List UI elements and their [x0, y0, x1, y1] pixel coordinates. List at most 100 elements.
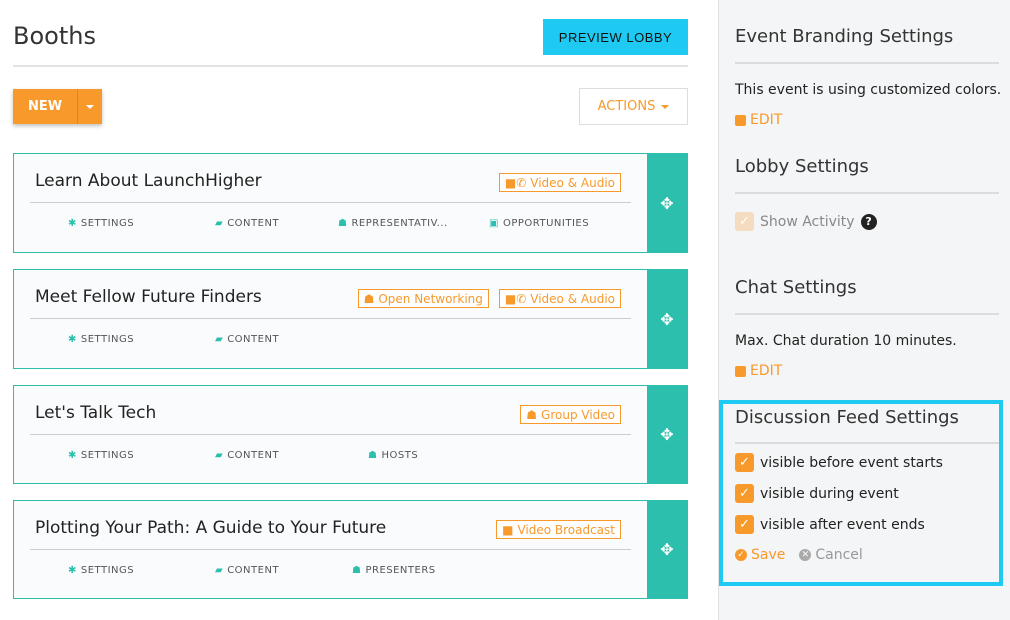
booth-hosts-link[interactable]: ☗ HOSTS	[368, 450, 418, 461]
booth-settings-link[interactable]: ✱ SETTINGS	[68, 218, 134, 229]
booth-settings-link[interactable]: ✱ SETTINGS	[68, 334, 134, 345]
link-label: CONTENT	[227, 218, 280, 229]
booth-card: Learn About LaunchHigher ■✆ Video & Audi…	[13, 153, 688, 253]
booth-body: Let's Talk Tech ☗ Group Video ✱ SETTINGS …	[14, 386, 647, 483]
tag-label: Open Networking	[378, 291, 483, 306]
booth-divider	[30, 549, 631, 550]
branding-status-text: This event is using customized colors.	[735, 82, 1002, 98]
booth-card: Plotting Your Path: A Guide to Your Futu…	[13, 500, 688, 599]
booth-body: Learn About LaunchHigher ■✆ Video & Audi…	[14, 154, 647, 252]
move-icon: ✥	[660, 193, 674, 213]
drag-handle[interactable]: ✥	[647, 386, 687, 483]
title-divider	[13, 65, 688, 67]
chat-settings-title: Chat Settings	[735, 277, 857, 298]
section-divider	[735, 62, 999, 64]
booth-representatives-link[interactable]: ☗ REPRESENTATIV...	[338, 218, 448, 229]
booth-tags: ☗ Open Networking ■✆ Video & Audio	[357, 289, 621, 308]
visible-before-checkbox[interactable]: ✓	[735, 453, 754, 472]
section-divider	[735, 192, 999, 194]
booth-title[interactable]: Meet Fellow Future Finders	[35, 287, 262, 307]
tag-label: Group Video	[541, 407, 615, 422]
visible-during-checkbox[interactable]: ✓	[735, 484, 754, 503]
booth-presenters-link[interactable]: ☗ PRESENTERS	[352, 565, 436, 576]
actions-dropdown-button[interactable]: ACTIONS	[579, 88, 688, 125]
page-title: Booths	[13, 22, 96, 50]
booth-type-tag: ☗ Open Networking	[357, 289, 489, 308]
new-button[interactable]: NEW	[13, 89, 77, 124]
chat-duration-text: Max. Chat duration 10 minutes.	[735, 333, 957, 349]
visible-after-label: visible after event ends	[760, 516, 925, 533]
people-icon: ☗	[352, 565, 362, 576]
booth-content-link[interactable]: ▰ CONTENT	[215, 334, 279, 345]
caret-down-icon	[661, 104, 670, 109]
link-label: SETTINGS	[80, 334, 135, 345]
booth-content-link[interactable]: ▰ CONTENT	[215, 218, 279, 229]
move-icon: ✥	[660, 540, 674, 559]
visible-after-checkbox[interactable]: ✓	[735, 515, 754, 534]
settings-sidebar: Event Branding Settings This event is us…	[718, 0, 1010, 620]
section-divider	[735, 442, 999, 444]
people-icon: ☗	[368, 450, 378, 461]
booth-title[interactable]: Learn About LaunchHigher	[35, 171, 262, 191]
new-button-group: NEW	[13, 89, 102, 124]
edit-icon	[735, 114, 746, 126]
chat-edit-link[interactable]: EDIT	[735, 363, 782, 379]
link-label: PRESENTERS	[365, 565, 436, 576]
show-activity-label: Show Activity	[760, 213, 855, 230]
drag-handle[interactable]: ✥	[647, 501, 687, 598]
booth-type-tag: ■✆ Video & Audio	[498, 173, 621, 192]
booth-divider	[30, 202, 631, 203]
gear-icon: ✱	[68, 565, 77, 576]
show-activity-checkbox[interactable]: ✓	[735, 212, 754, 231]
visible-before-label: visible before event starts	[760, 454, 943, 471]
booth-links: ✱ SETTINGS ▰ CONTENT ☗ HOSTS	[14, 450, 647, 464]
booth-settings-link[interactable]: ✱ SETTINGS	[68, 450, 134, 461]
booth-title[interactable]: Plotting Your Path: A Guide to Your Futu…	[35, 518, 386, 538]
save-button[interactable]: ✓ Save	[735, 547, 785, 563]
new-dropdown-toggle[interactable]	[77, 89, 102, 124]
help-icon[interactable]: ?	[860, 213, 877, 230]
discussion-settings-title: Discussion Feed Settings	[735, 407, 959, 428]
booth-type-tag: ☗ Group Video	[520, 405, 621, 424]
edit-icon	[735, 365, 746, 377]
cancel-button[interactable]: ✕ Cancel	[799, 547, 863, 563]
edit-label: EDIT	[750, 112, 783, 128]
preview-lobby-button[interactable]: PREVIEW LOBBY	[543, 19, 688, 55]
drag-handle[interactable]: ✥	[647, 154, 687, 252]
link-label: OPPORTUNITIES	[502, 218, 590, 229]
gear-icon: ✱	[68, 218, 77, 229]
booth-links: ✱ SETTINGS ▰ CONTENT	[14, 334, 647, 348]
link-label: SETTINGS	[80, 218, 135, 229]
booth-title[interactable]: Let's Talk Tech	[35, 403, 156, 423]
booth-content-link[interactable]: ▰ CONTENT	[215, 450, 279, 461]
booth-divider	[30, 434, 631, 435]
booth-links: ✱ SETTINGS ▰ CONTENT ☗ REPRESENTATIV... ▣ OP…	[14, 218, 647, 232]
booth-divider	[30, 318, 631, 319]
booth-opportunities-link[interactable]: ▣ OPPORTUNITIES	[489, 218, 589, 229]
discussion-actions: ✓ Save ✕ Cancel	[735, 547, 863, 563]
branding-settings-title: Event Branding Settings	[735, 26, 954, 47]
booth-type-tag: ■ Video Broadcast	[496, 520, 621, 539]
link-label: SETTINGS	[80, 450, 135, 461]
gear-icon: ✱	[68, 450, 77, 461]
link-label: CONTENT	[227, 334, 280, 345]
booth-card: Let's Talk Tech ☗ Group Video ✱ SETTINGS …	[13, 385, 688, 484]
video-phone-icon: ■✆	[504, 291, 527, 306]
link-label: HOSTS	[381, 450, 419, 461]
booth-settings-link[interactable]: ✱ SETTINGS	[68, 565, 134, 576]
section-divider	[735, 313, 999, 315]
actions-label: ACTIONS	[597, 99, 656, 114]
link-label: CONTENT	[227, 565, 280, 576]
link-label: CONTENT	[227, 450, 280, 461]
edit-icon: ▰	[215, 565, 224, 576]
link-label: REPRESENTATIV...	[351, 218, 448, 229]
booth-links: ✱ SETTINGS ▰ CONTENT ☗ PRESENTERS	[14, 565, 647, 579]
video-phone-icon: ■✆	[504, 175, 527, 190]
check-circle-icon: ✓	[735, 549, 747, 561]
move-icon: ✥	[660, 309, 674, 329]
caret-down-icon	[86, 104, 94, 109]
tag-label: Video Broadcast	[517, 522, 615, 537]
booth-content-link[interactable]: ▰ CONTENT	[215, 565, 279, 576]
drag-handle[interactable]: ✥	[647, 270, 687, 368]
branding-edit-link[interactable]: EDIT	[735, 112, 782, 128]
